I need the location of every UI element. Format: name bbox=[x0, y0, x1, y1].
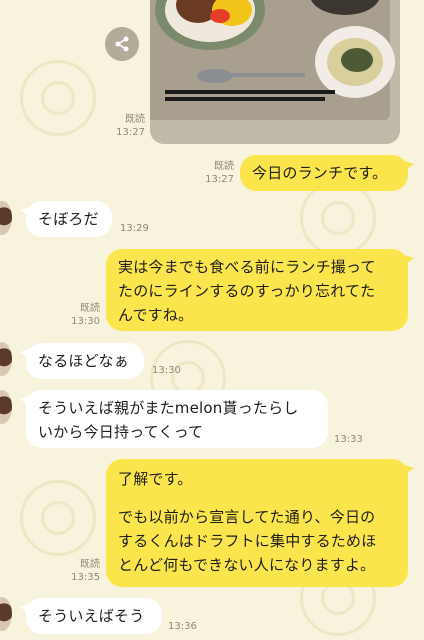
message-text: なるほどなぁ bbox=[38, 352, 129, 370]
message-line: そういえば親がまたmelon貰ったらし bbox=[38, 399, 299, 417]
lunch-photo[interactable] bbox=[150, 0, 400, 144]
message-text: 今日のランチです。 bbox=[252, 164, 388, 182]
message-bubble[interactable]: そぼろだ bbox=[20, 201, 112, 237]
message-line bbox=[118, 491, 408, 505]
avatar[interactable] bbox=[0, 390, 12, 424]
message-line: 実は今までも食べる前にランチ撮って bbox=[118, 258, 376, 276]
message-read-status: 既読 13:35 bbox=[71, 559, 100, 583]
message-time: 13:33 bbox=[334, 434, 363, 445]
avatar[interactable] bbox=[0, 342, 12, 376]
message-line: たのにラインするのすっかり忘れてた bbox=[118, 282, 376, 300]
share-button[interactable] bbox=[105, 27, 139, 61]
message-bubble[interactable]: 実は今までも食べる前にランチ撮って たのにラインするのすっかり忘れてた んですね… bbox=[106, 249, 414, 331]
avatar[interactable] bbox=[0, 201, 12, 235]
share-icon bbox=[115, 36, 129, 52]
message-bubble[interactable]: そういえば親がまたmelon貰ったらし いから今日持ってくって bbox=[20, 390, 328, 448]
background-pattern bbox=[20, 60, 96, 136]
message-bubble[interactable]: そういえばそう bbox=[20, 598, 162, 634]
background-pattern bbox=[20, 480, 96, 556]
message-bubble[interactable]: 今日のランチです。 bbox=[240, 155, 414, 191]
message-time: 13:29 bbox=[120, 223, 149, 234]
message-line: でも以前から宣言してた通り、今日の bbox=[118, 508, 376, 526]
message-text: そぼろだ bbox=[38, 210, 99, 228]
message-line: いから今日持ってくって bbox=[38, 423, 204, 441]
message-read-status: 既読 13:27 bbox=[205, 161, 234, 185]
message-read-status: 既読 13:30 bbox=[71, 303, 100, 327]
message-time: 13:36 bbox=[168, 621, 197, 632]
message-line: とんど何もできない人になりますよ。 bbox=[118, 556, 376, 574]
message-line: 了解です。 bbox=[118, 470, 193, 488]
message-bubble[interactable]: なるほどなぁ bbox=[20, 343, 144, 379]
message-time: 13:30 bbox=[152, 365, 181, 376]
message-line: するくんはドラフトに集中するためほ bbox=[118, 532, 377, 550]
message-text: そういえばそう bbox=[38, 607, 145, 625]
photo-read-status: 既読 13:27 bbox=[116, 114, 145, 138]
message-bubble[interactable]: 了解です。 でも以前から宣言してた通り、今日の するくんはドラフトに集中するため… bbox=[106, 459, 414, 587]
message-line: んですね。 bbox=[118, 306, 194, 324]
avatar[interactable] bbox=[0, 597, 12, 631]
background-pattern bbox=[300, 180, 376, 256]
